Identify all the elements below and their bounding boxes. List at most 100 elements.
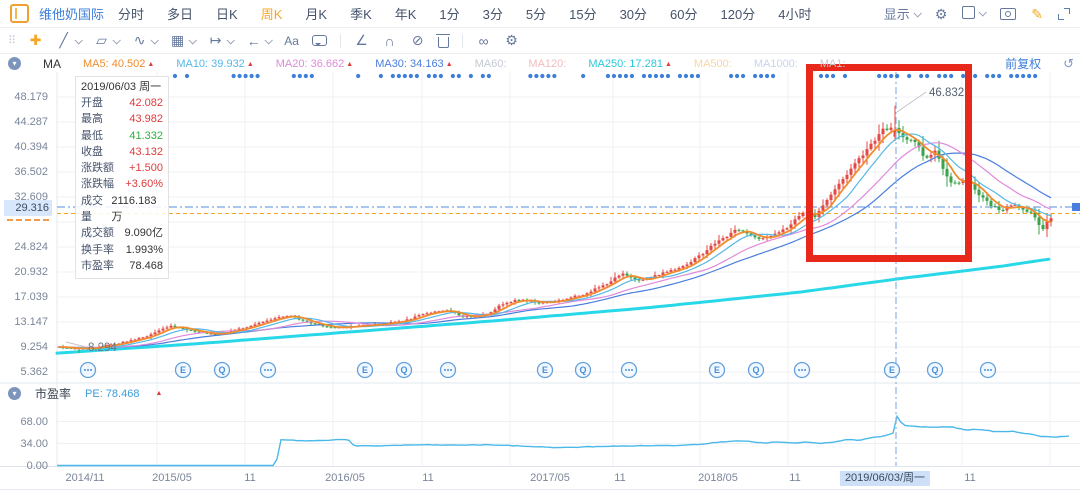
ma-legend-items: MA5: 40.502▲ MA10: 39.932▲ MA20: 36.662▲ MA…: [83, 58, 846, 70]
tab-年K[interactable]: 年K: [395, 4, 417, 23]
tab-30分[interactable]: 30分: [620, 4, 647, 23]
time-axis-label: 11: [244, 471, 255, 486]
price-axis-label: 40.394: [2, 141, 48, 153]
comment-tool-icon[interactable]: [312, 35, 327, 46]
chevron-down-icon: [979, 8, 987, 16]
tab-季K[interactable]: 季K: [350, 4, 372, 23]
event-marker-E[interactable]: E: [885, 363, 900, 378]
time-axis-label: 2017/05: [530, 471, 570, 486]
tab-日K[interactable]: 日K: [216, 4, 238, 23]
fullscreen-icon[interactable]: [1058, 8, 1070, 20]
toolbar-drag-handle[interactable]: ⠿: [8, 34, 15, 47]
chevron-down-icon: [189, 36, 197, 44]
legend-item-MA60[interactable]: MA60:: [475, 58, 507, 70]
event-marker-more[interactable]: [441, 363, 456, 378]
hide-drawings-icon[interactable]: ⊘: [410, 32, 425, 49]
svg-text:Q: Q: [931, 365, 938, 375]
angle-tool-icon[interactable]: ∠: [354, 32, 369, 49]
draw-pencil-icon[interactable]: ✎: [1031, 7, 1043, 21]
tooltip-row-最低: 最低41.332: [81, 128, 163, 144]
time-axis-label: 11: [614, 471, 625, 486]
event-marker-Q[interactable]: Q: [576, 363, 591, 378]
pattern-tool-icon[interactable]: ▦: [170, 32, 195, 49]
settings-gear-icon[interactable]: ⚙: [935, 7, 948, 21]
undo-icon[interactable]: ↺: [1063, 56, 1074, 72]
drawing-settings-icon[interactable]: ⚙: [504, 32, 519, 49]
legend-item-MA5[interactable]: MA5: 40.502▲: [83, 58, 154, 70]
time-axis-label: 11: [789, 471, 800, 486]
stock-name[interactable]: 维他奶国际: [39, 4, 104, 23]
event-marker-more[interactable]: [261, 363, 276, 378]
tooltip-rows: 开盘42.082最高43.982最低41.332收盘43.132涨跌额+1.50…: [81, 95, 163, 274]
annotation-rectangle[interactable]: [806, 64, 972, 262]
tooltip-row-开盘: 开盘42.082: [81, 95, 163, 111]
magnet-tool-icon[interactable]: ∩: [382, 33, 397, 49]
legend-item-MA10[interactable]: MA10: 39.932▲: [176, 58, 253, 70]
legend-item-MA30[interactable]: MA30: 34.163▲: [375, 58, 452, 70]
event-marker-E[interactable]: E: [176, 363, 191, 378]
text-tool-icon[interactable]: Aa: [284, 34, 299, 48]
event-marker-Q[interactable]: Q: [928, 363, 943, 378]
compare-tool-icon[interactable]: ∞: [476, 33, 491, 49]
channel-tool-icon[interactable]: ▱: [94, 32, 119, 49]
event-marker-more[interactable]: [981, 363, 996, 378]
event-marker-Q[interactable]: Q: [397, 363, 412, 378]
legend-item-MA1[interactable]: MA1:: [820, 58, 846, 70]
move-tool-icon[interactable]: ✚: [28, 32, 43, 49]
layout-dropdown[interactable]: [962, 6, 985, 21]
legend-item-MA120[interactable]: MA120:: [528, 58, 566, 70]
pe-legend-value[interactable]: PE: 78.468: [85, 388, 139, 400]
camera-icon[interactable]: [1000, 8, 1016, 20]
legend-item-MA250[interactable]: MA250: 17.281▲: [588, 58, 672, 70]
tab-1分[interactable]: 1分: [439, 4, 459, 23]
tab-5分[interactable]: 5分: [526, 4, 546, 23]
event-marker-E[interactable]: E: [538, 363, 553, 378]
collapse-panel-icon[interactable]: [10, 4, 29, 23]
tooltip-row-市盈率: 市盈率78.468: [81, 258, 163, 274]
up-triangle-icon: ▲: [147, 61, 154, 68]
adjust-mode-button[interactable]: 前复权: [1005, 55, 1041, 72]
legend-item-MA1000[interactable]: MA1000:: [754, 58, 798, 70]
tab-60分[interactable]: 60分: [670, 4, 697, 23]
event-marker-more[interactable]: [81, 363, 96, 378]
arrow-tool-icon[interactable]: ←: [246, 33, 271, 49]
measure-tool-icon[interactable]: ↦: [208, 32, 233, 49]
event-marker-Q[interactable]: Q: [749, 363, 764, 378]
event-marker-E[interactable]: E: [358, 363, 373, 378]
tab-3分[interactable]: 3分: [483, 4, 503, 23]
pe-pane-title: 市盈率: [35, 385, 71, 402]
up-triangle-icon: ▲: [665, 61, 672, 68]
period-tabs: 分时 多日 日K 周K 月K 季K 年K 1分 3分 5分 15分 30分 60分 120分 4小时: [118, 4, 811, 23]
tab-15分[interactable]: 15分: [569, 4, 596, 23]
wave-tool-icon[interactable]: ∿: [132, 32, 157, 49]
tab-多日[interactable]: 多日: [167, 4, 193, 23]
price-axis-label: 20.932: [2, 266, 48, 278]
tab-分时[interactable]: 分时: [118, 4, 144, 23]
tab-周K[interactable]: 周K: [261, 4, 283, 23]
collapse-pe-pane-icon[interactable]: ▾: [8, 387, 21, 400]
event-marker-more[interactable]: [795, 363, 810, 378]
ma-indicator-label: MA: [43, 57, 61, 71]
event-marker-E[interactable]: E: [710, 363, 725, 378]
time-axis-label: 11: [422, 471, 433, 486]
collapse-ma-pane-icon[interactable]: ▾: [8, 57, 21, 70]
delete-drawings-icon[interactable]: [438, 34, 449, 48]
tab-120分[interactable]: 120分: [721, 4, 756, 23]
display-dropdown[interactable]: 显示: [884, 4, 920, 23]
toolbar-divider: [462, 34, 463, 48]
tab-月K[interactable]: 月K: [305, 4, 327, 23]
up-triangle-icon: ▲: [446, 61, 453, 68]
chevron-down-icon: [227, 36, 235, 44]
event-marker-Q[interactable]: Q: [215, 363, 230, 378]
up-triangle-icon: ▲: [155, 390, 162, 397]
tab-4小时[interactable]: 4小时: [778, 4, 811, 23]
price-axis-label: 13.147: [2, 316, 48, 328]
event-marker-more[interactable]: [622, 363, 637, 378]
layout-box-icon: [962, 6, 975, 19]
tooltip-row-换手率: 换手率1.993%: [81, 242, 163, 258]
topbar-actions: 显示 ⚙ ✎: [884, 4, 1070, 23]
legend-item-MA500[interactable]: MA500:: [694, 58, 732, 70]
tooltip-row-成交量: 成交量2116.183万: [81, 193, 163, 226]
trend-line-tool-icon[interactable]: ╱: [56, 32, 81, 49]
legend-item-MA20[interactable]: MA20: 36.662▲: [276, 58, 353, 70]
